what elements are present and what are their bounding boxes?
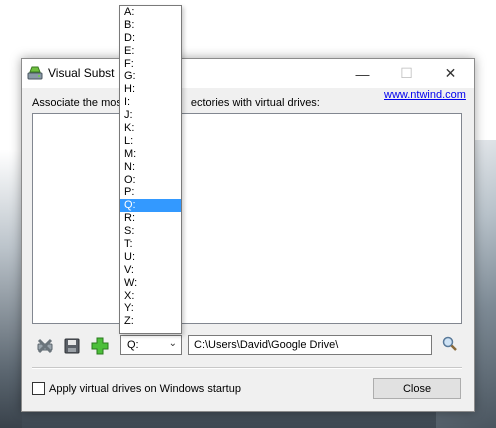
minimize-button[interactable]: —	[340, 59, 385, 88]
drive-letter-dropdown-list[interactable]: A: B: D: E: F: G: H: I: J: K: L: M: N: O: P: Q: R: S: T: U:…	[119, 5, 182, 334]
chevron-down-icon: ⌄	[168, 338, 177, 349]
dropdown-item-h[interactable]: H:	[120, 83, 181, 96]
dropdown-item-s[interactable]: S:	[120, 225, 181, 238]
dropdown-item-t[interactable]: T:	[120, 238, 181, 251]
dropdown-item-v[interactable]: V:	[120, 264, 181, 277]
directory-path-input[interactable]	[188, 335, 432, 355]
save-icon[interactable]	[63, 337, 81, 355]
maximize-button[interactable]: ☐	[384, 59, 429, 88]
close-button[interactable]: Close	[373, 378, 461, 399]
dropdown-item-x[interactable]: X:	[120, 290, 181, 303]
dropdown-item-w[interactable]: W:	[120, 277, 181, 290]
add-drive-icon[interactable]	[91, 337, 109, 355]
dropdown-item-i[interactable]: I:	[120, 96, 181, 109]
website-link[interactable]: www.ntwind.com	[384, 89, 466, 101]
close-window-button[interactable]: ✕	[428, 59, 473, 88]
dropdown-item-n[interactable]: N:	[120, 161, 181, 174]
virtual-drives-list[interactable]	[32, 113, 462, 324]
dropdown-item-k[interactable]: K:	[120, 122, 181, 135]
dropdown-item-y[interactable]: Y:	[120, 302, 181, 315]
dropdown-item-z[interactable]: Z:	[120, 315, 181, 328]
selected-drive-letter: Q:	[127, 339, 139, 351]
browse-folder-icon[interactable]	[441, 335, 459, 353]
dropdown-item-q[interactable]: Q:	[120, 199, 181, 213]
dropdown-item-a[interactable]: A:	[120, 6, 181, 19]
dropdown-item-p[interactable]: P:	[120, 186, 181, 199]
dropdown-item-g[interactable]: G:	[120, 70, 181, 83]
window-title: Visual Subst	[48, 66, 115, 80]
divider	[32, 367, 462, 369]
window-client-area: Associate the mos ectories with virtual d…	[22, 88, 474, 411]
dropdown-item-u[interactable]: U:	[120, 251, 181, 264]
dropdown-item-d[interactable]: D:	[120, 32, 181, 45]
description-text-end: ectories with virtual drives:	[190, 97, 320, 109]
startup-label: Apply virtual drives on Windows startup	[49, 382, 241, 395]
startup-option[interactable]: Apply virtual drives on Windows startup	[32, 382, 241, 395]
remove-drive-icon[interactable]	[36, 337, 54, 355]
drive-letter-select[interactable]: Q: ⌄	[120, 335, 182, 355]
drive-icon	[27, 65, 43, 81]
dropdown-item-m[interactable]: M:	[120, 148, 181, 161]
visual-subst-window: Visual Subst — ☐ ✕ Associate the mos ecto…	[21, 58, 475, 412]
title-bar[interactable]: Visual Subst — ☐ ✕	[22, 59, 474, 88]
dropdown-item-f[interactable]: F:	[120, 58, 181, 71]
description-text-start: Associate the mos	[32, 97, 122, 109]
dropdown-item-b[interactable]: B:	[120, 19, 181, 32]
dropdown-item-j[interactable]: J:	[120, 109, 181, 122]
startup-checkbox[interactable]	[32, 382, 45, 395]
dropdown-item-e[interactable]: E:	[120, 45, 181, 58]
dropdown-item-o[interactable]: O:	[120, 174, 181, 187]
dropdown-item-r[interactable]: R:	[120, 212, 181, 225]
desktop-background-left	[0, 150, 22, 428]
dropdown-item-l[interactable]: L:	[120, 135, 181, 148]
